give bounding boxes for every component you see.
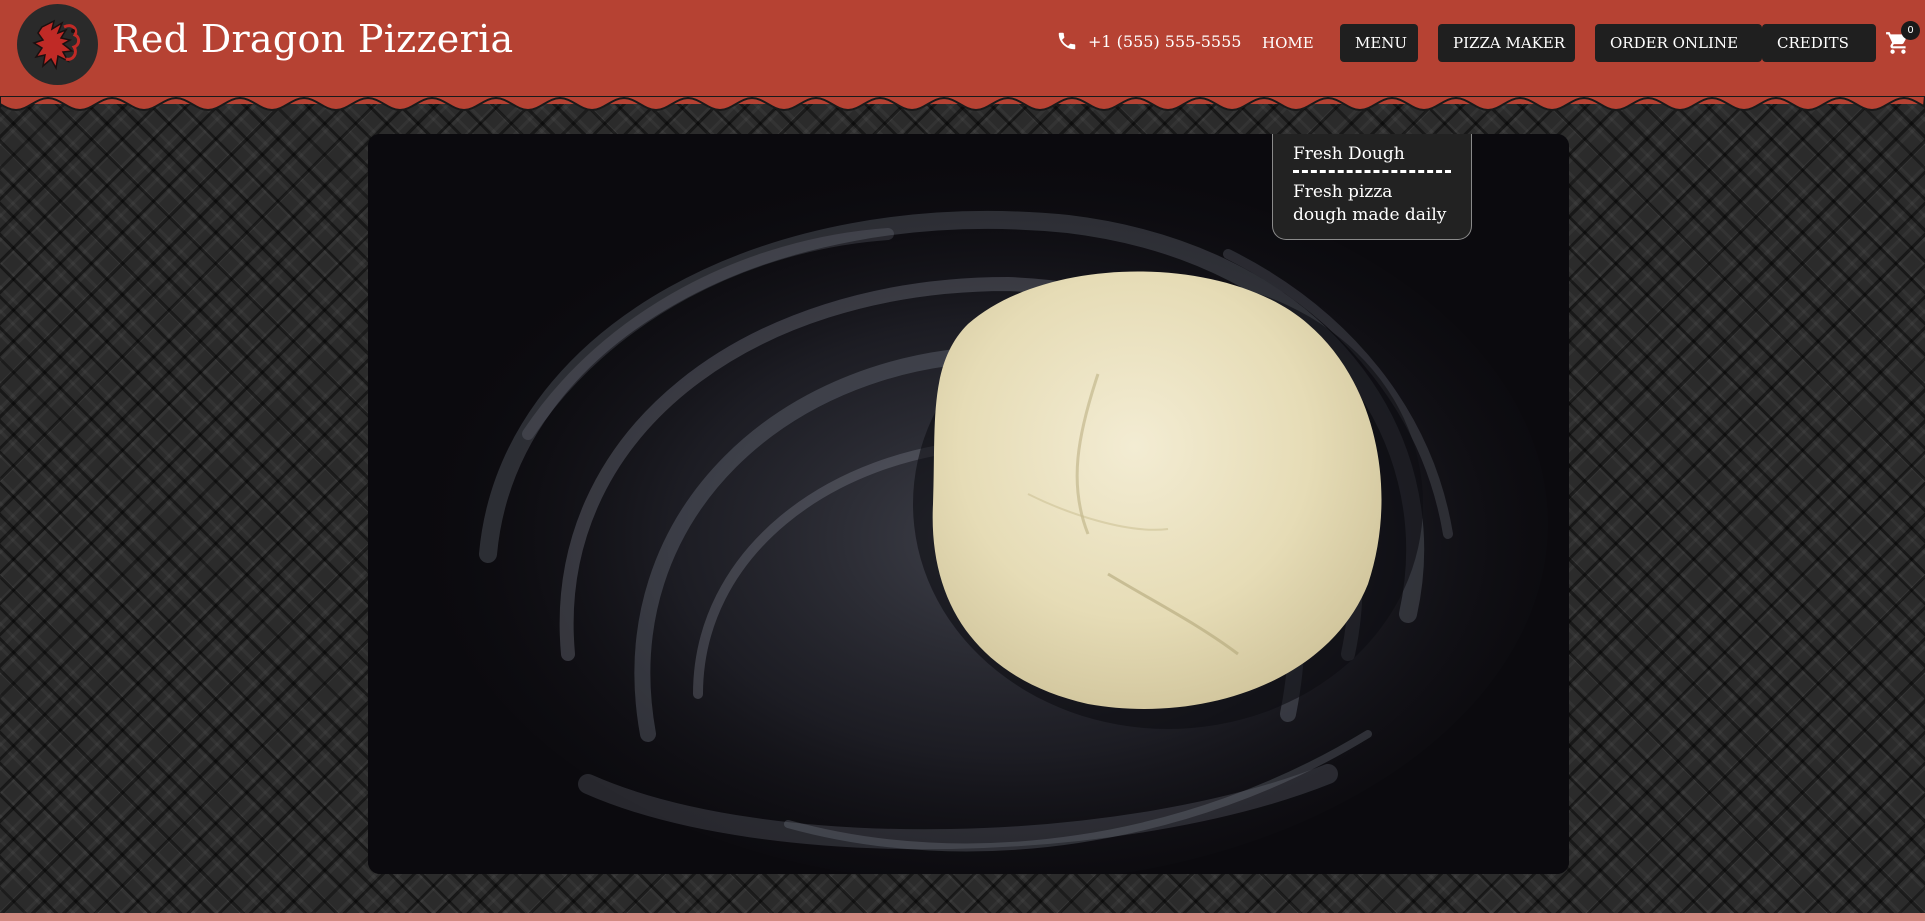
- caption-text: Fresh pizza dough made daily: [1293, 182, 1447, 225]
- dragon-icon: [31, 19, 80, 70]
- nav-menu-button[interactable]: MENU: [1340, 24, 1418, 62]
- phone-contact[interactable]: +1 (555) 555-5555: [1056, 30, 1241, 52]
- phone-number: +1 (555) 555-5555: [1088, 31, 1242, 51]
- hero-caption: Fresh Dough Fresh pizza dough made daily: [1272, 134, 1472, 240]
- site-title[interactable]: Red Dragon Pizzeria: [112, 17, 513, 61]
- nav-credits-button[interactable]: CREDITS: [1762, 24, 1876, 62]
- cart-count-badge: 0: [1901, 21, 1920, 40]
- logo[interactable]: [17, 4, 98, 85]
- hero-image: [368, 134, 1569, 874]
- nav-home-link[interactable]: HOME: [1248, 24, 1328, 62]
- site-header: Red Dragon Pizzeria +1 (555) 555-5555 HO…: [0, 0, 1925, 104]
- caption-title: Fresh Dough: [1293, 144, 1451, 173]
- header-wave-divider: [0, 96, 1925, 112]
- nav-order-online-button[interactable]: ORDER ONLINE: [1595, 24, 1762, 62]
- footer-strip: [0, 913, 1925, 921]
- dough-photo: [368, 134, 1569, 874]
- phone-icon: [1058, 32, 1076, 50]
- nav-pizza-maker-button[interactable]: PIZZA MAKER: [1438, 24, 1575, 62]
